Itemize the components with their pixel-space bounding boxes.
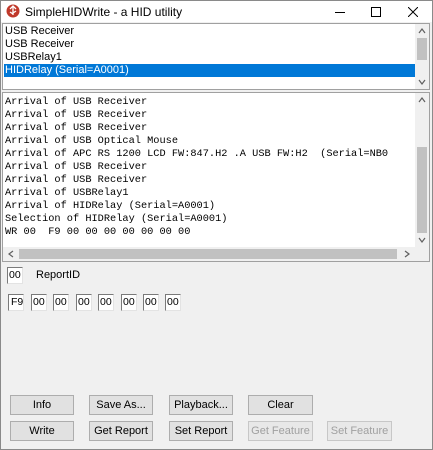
report-byte-field[interactable]: 00	[121, 294, 137, 311]
scroll-left-icon[interactable]	[7, 250, 15, 258]
log-vertical-scroll-thumb[interactable]	[417, 147, 427, 233]
log-line: Arrival of USB Receiver	[5, 122, 148, 134]
text-caret	[23, 296, 24, 307]
playback-button[interactable]: Playback...	[169, 395, 233, 415]
report-byte-field[interactable]: 00	[165, 294, 181, 311]
report-byte-field[interactable]: 00	[53, 294, 69, 311]
scroll-up-icon[interactable]	[418, 96, 426, 104]
set-feature-button: Set Feature	[327, 421, 392, 441]
log-line: Arrival of USB Receiver	[5, 174, 148, 186]
log-line: Arrival of APC RS 1200 LCD FW:847.H2 .A …	[5, 148, 389, 160]
scroll-corner	[415, 247, 429, 261]
log-horizontal-scroll-thumb[interactable]	[19, 249, 397, 259]
maximize-button[interactable]	[358, 1, 394, 22]
scroll-down-icon[interactable]	[418, 78, 426, 86]
device-list-scroll-thumb[interactable]	[417, 38, 427, 60]
device-list-item[interactable]: USB Receiver	[5, 38, 74, 51]
minimize-icon	[335, 11, 345, 13]
report-byte-field[interactable]: 00	[143, 294, 159, 311]
scroll-up-icon[interactable]	[418, 27, 426, 35]
title-bar[interactable]: SimpleHIDWrite - a HID utility	[1, 1, 432, 22]
report-id-field[interactable]: 00	[7, 267, 23, 284]
report-byte-field[interactable]: 00	[76, 294, 92, 311]
close-icon	[408, 6, 418, 17]
log-line: Arrival of USB Receiver	[5, 109, 148, 121]
write-button[interactable]: Write	[10, 421, 74, 441]
log-line: Arrival of USB Receiver	[5, 96, 148, 108]
log-line: Arrival of USBRelay1	[5, 187, 129, 199]
report-byte-value: F9	[11, 296, 24, 308]
minimize-button[interactable]	[322, 1, 358, 22]
scroll-right-icon[interactable]	[403, 250, 411, 258]
device-list-item[interactable]: USB Receiver	[5, 25, 74, 38]
log-line: Arrival of USB Receiver	[5, 161, 148, 173]
clear-button[interactable]: Clear	[248, 395, 313, 415]
app-window: SimpleHIDWrite - a HID utility USB Recei…	[0, 0, 433, 450]
close-button[interactable]	[395, 1, 431, 22]
log-horizontal-scrollbar[interactable]	[3, 247, 415, 261]
log-line: WR 00 F9 00 00 00 00 00 00 00	[5, 226, 191, 238]
log-line: Selection of HIDRelay (Serial=A0001)	[5, 213, 228, 225]
report-id-label: ReportID	[36, 269, 81, 281]
report-byte-field[interactable]: F9	[8, 294, 24, 311]
log-vertical-scrollbar[interactable]	[415, 93, 429, 247]
scroll-down-icon[interactable]	[418, 236, 426, 244]
device-list-item[interactable]: USBRelay1	[5, 51, 62, 64]
device-list-item-selected[interactable]: HIDRelay (Serial=A0001)	[4, 64, 415, 77]
set-report-button[interactable]: Set Report	[169, 421, 233, 441]
event-log[interactable]: Arrival of USB Receiver Arrival of USB R…	[2, 92, 430, 262]
info-button[interactable]: Info	[10, 395, 74, 415]
report-byte-field[interactable]: 00	[31, 294, 47, 311]
maximize-icon	[371, 6, 381, 17]
log-line: Arrival of USB Optical Mouse	[5, 135, 179, 147]
save-as-button[interactable]: Save As...	[89, 395, 153, 415]
device-list[interactable]: USB Receiver USB Receiver USBRelay1 HIDR…	[2, 23, 430, 90]
get-feature-button: Get Feature	[248, 421, 313, 441]
usb-app-icon	[6, 4, 20, 18]
device-list-scrollbar[interactable]	[415, 24, 429, 89]
get-report-button[interactable]: Get Report	[89, 421, 153, 441]
log-line: Arrival of HIDRelay (Serial=A0001)	[5, 200, 216, 212]
window-title: SimpleHIDWrite - a HID utility	[25, 5, 183, 19]
report-byte-field[interactable]: 00	[98, 294, 114, 311]
